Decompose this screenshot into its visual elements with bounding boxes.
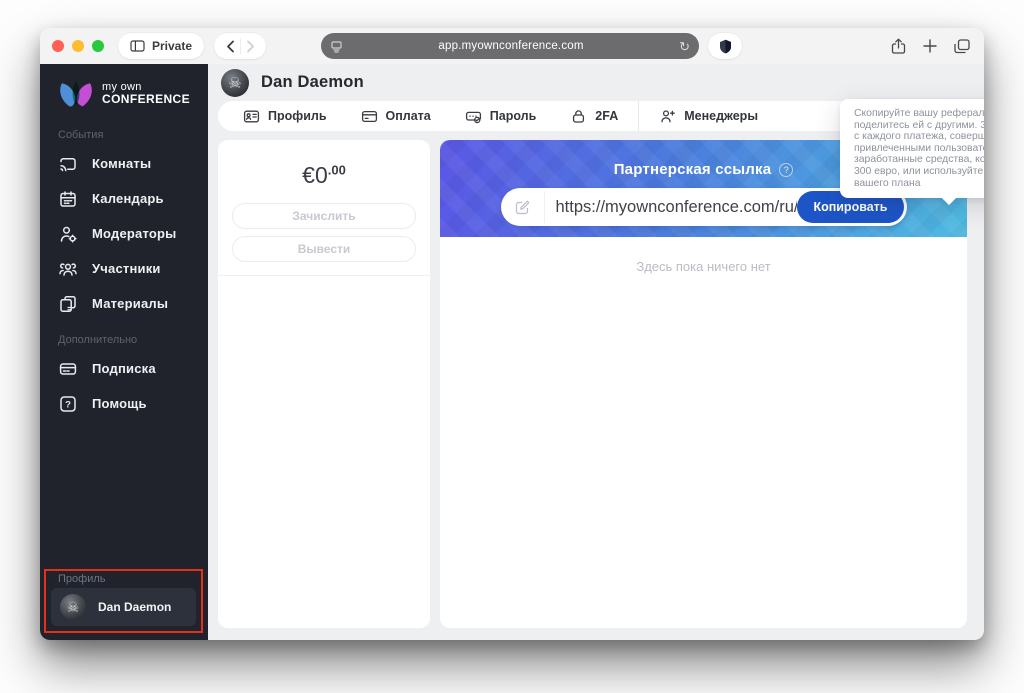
sidebar-item-subscription[interactable]: Подписка <box>40 351 208 386</box>
withdraw-button[interactable]: Вывести <box>232 236 416 262</box>
id-badge-icon <box>243 108 260 125</box>
page-header: ☠ Dan Daemon <box>218 64 967 101</box>
partner-link-url[interactable]: https://myownconference.com/ru/go... <box>545 198 798 217</box>
deposit-button[interactable]: Зачислить <box>232 203 416 229</box>
user-avatar: ☠ <box>60 594 86 620</box>
referral-tooltip: Скопируйте вашу реферальную ссылку и под… <box>840 99 984 198</box>
tab-2fa[interactable]: 2FA <box>553 101 635 131</box>
nav-divider <box>240 38 241 54</box>
page-title: Dan Daemon <box>261 73 364 92</box>
sidebar-profile-name: Dan Daemon <box>98 600 171 614</box>
referral-card: Партнерская ссылка ? https://myownconfer… <box>440 140 967 628</box>
sidebar-section-additional: Дополнительно <box>40 321 208 351</box>
sidebar-profile-label: Профиль <box>58 573 196 585</box>
balance-amount: €0.00 <box>232 162 416 189</box>
address-bar[interactable]: app.myownconference.com ↻ <box>321 33 699 59</box>
partner-help-icon[interactable]: ? <box>779 163 793 177</box>
back-button[interactable] <box>226 40 235 53</box>
sidebar-item-calendar[interactable]: Календарь <box>40 181 208 216</box>
private-label: Private <box>152 39 192 53</box>
toolbar-right-actions <box>891 28 970 64</box>
sidebar-item-moderators[interactable]: Модераторы <box>40 216 208 251</box>
privacy-shield-button[interactable] <box>708 33 742 59</box>
browser-window: Private app.myownconference.com ↻ <box>40 28 984 640</box>
tab-profile[interactable]: Профиль <box>226 101 344 131</box>
tab-password[interactable]: Пароль <box>448 101 554 131</box>
password-field-icon <box>465 108 482 125</box>
browser-toolbar: Private app.myownconference.com ↻ <box>40 28 984 64</box>
person-gear-icon <box>58 224 78 244</box>
forward-button[interactable] <box>246 40 255 53</box>
partner-link-title: Партнерская ссылка <box>614 161 772 178</box>
person-plus-icon <box>659 108 676 125</box>
tab-overview-button[interactable] <box>954 39 970 54</box>
new-tab-button[interactable] <box>923 39 937 53</box>
balance-card: €0.00 Зачислить Вывести <box>218 140 430 628</box>
header-avatar: ☠ <box>221 69 249 97</box>
app-content: my own CONFERENCE События Комнаты <box>40 64 984 640</box>
payment-card-icon <box>361 108 378 125</box>
close-window-button[interactable] <box>52 40 64 52</box>
logo-text: my own CONFERENCE <box>102 82 190 106</box>
cast-screen-icon <box>58 154 78 174</box>
reload-icon[interactable]: ↻ <box>679 40 690 53</box>
edit-link-icon[interactable] <box>501 191 545 223</box>
zoom-window-button[interactable] <box>92 40 104 52</box>
empty-state-message: Здесь пока ничего нет <box>440 259 967 274</box>
main-area: ☠ Dan Daemon Профиль <box>208 64 984 640</box>
share-button[interactable] <box>891 38 906 55</box>
page-format-icon[interactable] <box>330 40 343 53</box>
credit-card-icon <box>58 359 78 379</box>
tab-divider <box>638 101 639 131</box>
history-nav <box>214 33 266 59</box>
minimize-window-button[interactable] <box>72 40 84 52</box>
help-question-icon: ? <box>58 394 78 414</box>
calendar-icon <box>58 189 78 209</box>
url-text: app.myownconference.com <box>343 40 679 52</box>
window-controls <box>52 40 104 52</box>
sidebar-item-attendees[interactable]: Участники <box>40 251 208 286</box>
people-group-icon <box>58 259 78 279</box>
logo-mark-icon <box>57 78 95 110</box>
svg-text:?: ? <box>65 399 71 410</box>
shield-icon <box>719 39 732 54</box>
balance-section: €0.00 Зачислить Вывести <box>218 140 430 276</box>
sidebar-item-help[interactable]: ? Помощь <box>40 386 208 421</box>
app-logo[interactable]: my own CONFERENCE <box>40 64 208 116</box>
sidebar-toggle-icon <box>130 40 145 52</box>
profile-annotation-box: Профиль ☠ Dan Daemon <box>44 569 203 633</box>
lock-icon <box>570 108 587 125</box>
sidebar-profile-button[interactable]: ☠ Dan Daemon <box>51 588 196 626</box>
sidebar: my own CONFERENCE События Комнаты <box>40 64 208 640</box>
sidebar-item-materials[interactable]: Материалы <box>40 286 208 321</box>
cards-row: €0.00 Зачислить Вывести Партнерская ссыл… <box>218 140 967 628</box>
sidebar-item-rooms[interactable]: Комнаты <box>40 146 208 181</box>
sidebar-section-events: События <box>40 116 208 146</box>
private-browsing-button[interactable]: Private <box>118 33 204 59</box>
tab-managers[interactable]: Менеджеры <box>642 101 775 131</box>
tab-payment[interactable]: Оплата <box>344 101 448 131</box>
documents-copy-icon <box>58 294 78 314</box>
